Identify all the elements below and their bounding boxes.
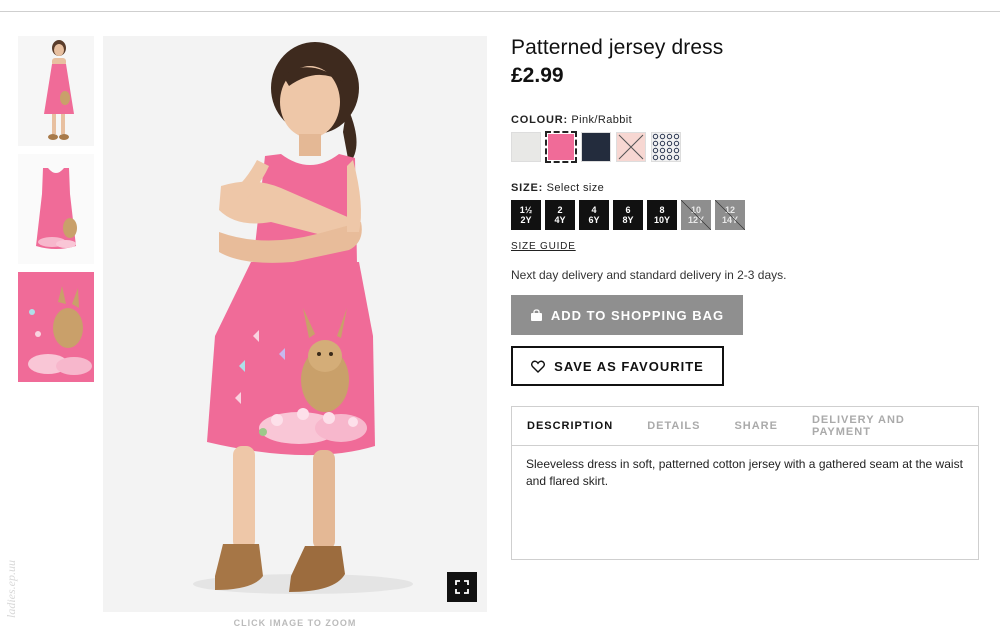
product-details-panel: DESCRIPTION DETAILS SHARE DELIVERY AND P… <box>511 406 979 560</box>
thumbnail-list <box>18 36 94 390</box>
swatch-dark-blue[interactable] <box>581 132 611 162</box>
size-top: 4 <box>591 205 597 215</box>
size-option-2-4y[interactable]: 2 4Y <box>545 200 575 230</box>
size-top: 10 <box>690 205 701 215</box>
swatch-light-pink[interactable] <box>616 132 646 162</box>
size-top: 6 <box>625 205 631 215</box>
shopping-bag-icon <box>530 308 542 321</box>
delivery-info: Next day delivery and standard delivery … <box>511 268 787 282</box>
product-title: Patterned jersey dress <box>511 36 724 59</box>
colour-label-row: COLOUR: Pink/Rabbit <box>511 114 981 126</box>
add-to-bag-label: ADD TO SHOPPING BAG <box>550 307 725 323</box>
save-favourite-button[interactable]: SAVE AS FAVOURITE <box>511 346 724 386</box>
size-bottom: 4Y <box>554 215 566 225</box>
tab-delivery-and-payment[interactable]: DELIVERY AND PAYMENT <box>812 414 944 438</box>
zoom-caption: CLICK IMAGE TO ZOOM <box>233 618 357 626</box>
size-options: 1½ 2Y 2 4Y 4 6Y 6 8Y 8 10Y 10 12Y 12 14Y <box>511 200 981 230</box>
size-label-row: SIZE: Select size <box>511 182 981 194</box>
size-bottom: 12Y <box>687 215 704 225</box>
swatch-light-grey[interactable] <box>511 132 541 162</box>
size-placeholder: Select size <box>546 182 605 194</box>
size-top: 2 <box>557 205 563 215</box>
size-option-6-8y[interactable]: 6 8Y <box>613 200 643 230</box>
add-to-bag-button[interactable]: ADD TO SHOPPING BAG <box>511 295 743 335</box>
main-product-image[interactable] <box>103 36 487 612</box>
tab-description[interactable]: DESCRIPTION <box>527 420 613 432</box>
thumbnail-dress-front[interactable] <box>18 154 94 264</box>
size-top: 8 <box>659 205 665 215</box>
swatch-patterned[interactable] <box>651 132 681 162</box>
size-bottom: 14Y <box>721 215 738 225</box>
size-bottom: 10Y <box>653 215 670 225</box>
size-top: 12 <box>724 205 735 215</box>
pattern-icon <box>652 133 680 161</box>
product-price: £2.99 <box>511 64 564 87</box>
size-option-12-14y-out-of-stock[interactable]: 12 14Y <box>715 200 745 230</box>
tab-details[interactable]: DETAILS <box>647 420 700 432</box>
colour-selected-value: Pink/Rabbit <box>571 114 633 126</box>
colour-label: COLOUR: <box>511 114 568 126</box>
size-option-4-6y[interactable]: 4 6Y <box>579 200 609 230</box>
thumbnail-print-detail[interactable] <box>18 272 94 382</box>
expand-icon <box>455 580 469 594</box>
save-favourite-label: SAVE AS FAVOURITE <box>554 358 704 374</box>
size-option-8-10y[interactable]: 8 10Y <box>647 200 677 230</box>
watermark-text: ladies.ep.uu <box>4 560 18 618</box>
size-bottom: 2Y <box>520 215 532 225</box>
size-option-10-12y-out-of-stock[interactable]: 10 12Y <box>681 200 711 230</box>
fullscreen-zoom-button[interactable] <box>447 572 477 602</box>
unavailable-cross-icon <box>618 134 644 160</box>
size-guide-link[interactable]: SIZE GUIDE <box>511 241 576 252</box>
description-text: Sleeveless dress in soft, patterned cott… <box>526 457 963 488</box>
watermark: ladies.ep.uu <box>4 560 18 618</box>
product-photo <box>103 36 487 612</box>
swatch-pink[interactable] <box>545 131 577 163</box>
size-option-1-2y[interactable]: 1½ 2Y <box>511 200 541 230</box>
size-bottom: 6Y <box>588 215 600 225</box>
header-divider <box>0 11 1000 12</box>
size-top: 1½ <box>519 205 533 215</box>
tab-share[interactable]: SHARE <box>734 420 778 432</box>
details-tabs: DESCRIPTION DETAILS SHARE DELIVERY AND P… <box>512 407 978 446</box>
product-info: Patterned jersey dress £2.99 COLOUR: Pin… <box>511 36 981 560</box>
colour-swatches <box>511 131 981 163</box>
size-label: SIZE: <box>511 182 544 194</box>
size-bottom: 8Y <box>622 215 634 225</box>
heart-icon <box>531 360 546 373</box>
thumbnail-full-look[interactable] <box>18 36 94 146</box>
